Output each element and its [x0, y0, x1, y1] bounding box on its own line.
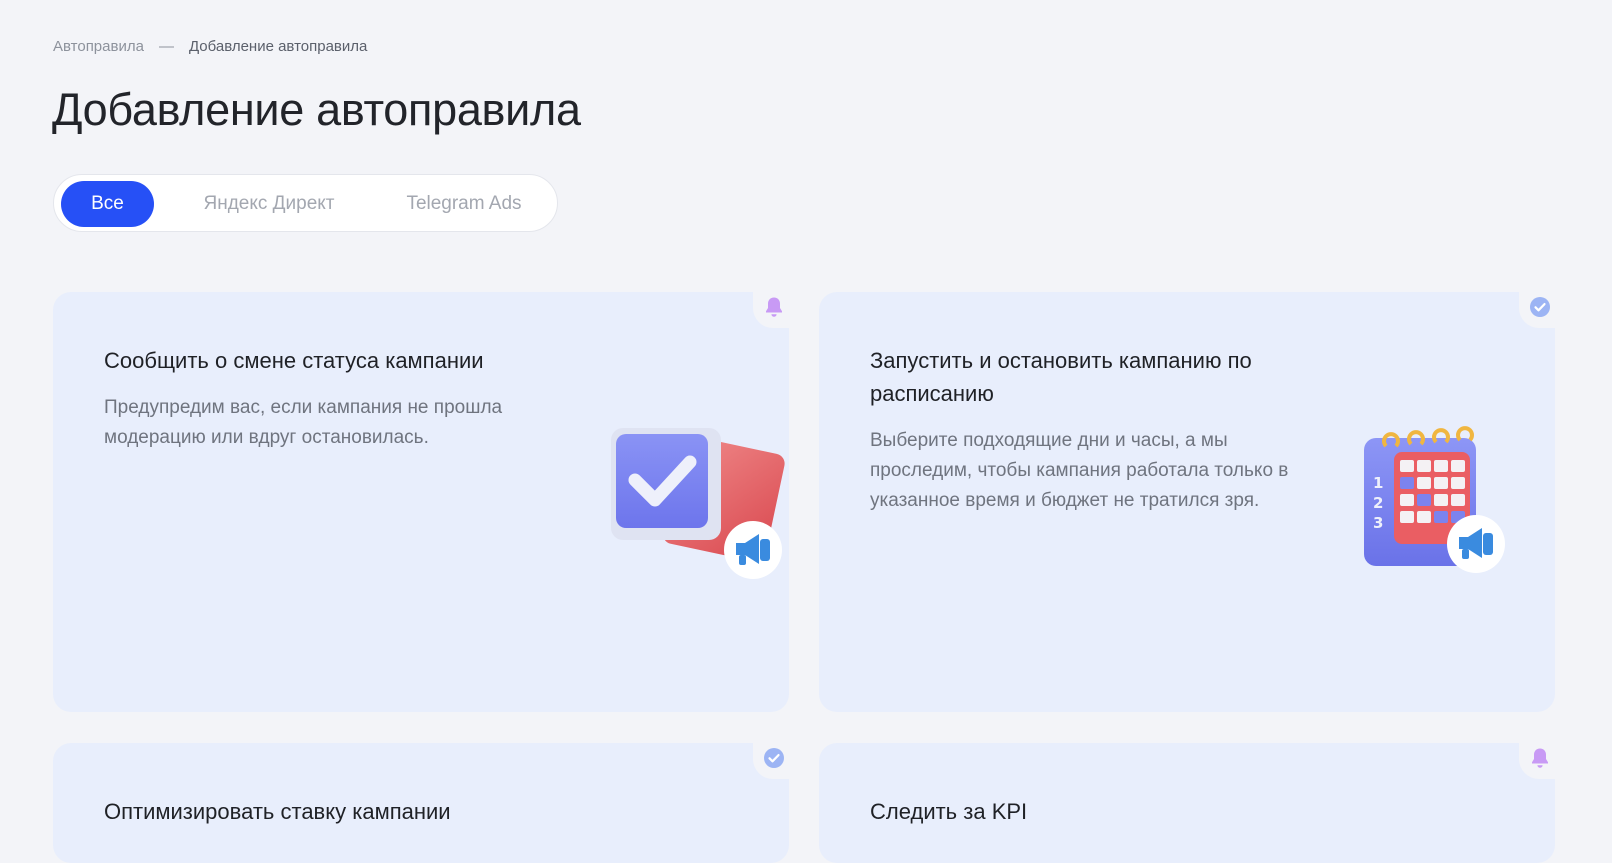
card-description: Предупредим вас, если кампания не прошла…	[104, 397, 503, 448]
svg-text:1: 1	[1373, 474, 1383, 492]
card-title: Оптимизировать ставку кампании	[104, 799, 451, 824]
svg-text:2: 2	[1373, 494, 1383, 512]
svg-text:3: 3	[1373, 514, 1383, 532]
bell-icon	[1527, 745, 1553, 771]
platform-tabs: Все Яндекс Директ Telegram Ads	[53, 174, 558, 232]
rule-card-kpi[interactable]: Следить за KPI	[819, 741, 1557, 863]
card-corner	[1519, 290, 1557, 328]
bell-icon	[761, 294, 787, 320]
card-title: Следить за KPI	[870, 799, 1028, 824]
tab-all[interactable]: Все	[61, 181, 154, 227]
check-circle-icon	[761, 745, 787, 771]
card-description: Выберите подходящие дни и часы, а мы про…	[870, 430, 1289, 511]
card-corner	[1519, 741, 1557, 779]
checkbox-card-illustration	[573, 414, 813, 594]
page-title: Добавление автоправила	[52, 84, 581, 135]
tab-yandex-direct[interactable]: Яндекс Директ	[174, 181, 364, 227]
breadcrumb-link-autorules[interactable]: Автоправила	[53, 38, 144, 55]
calendar-illustration: 1 2 3	[1364, 424, 1584, 596]
card-corner	[753, 290, 791, 328]
card-corner	[753, 741, 791, 779]
rule-card-optimize-bid[interactable]: Оптимизировать ставку кампании	[53, 741, 791, 863]
breadcrumb: Автоправила — Добавление автоправила	[53, 38, 367, 55]
check-circle-icon	[1527, 294, 1553, 320]
breadcrumb-current: Добавление автоправила	[188, 38, 368, 55]
card-title: Сообщить о смене статуса кампании	[104, 348, 484, 373]
tab-telegram-ads[interactable]: Telegram Ads	[379, 181, 549, 227]
rule-card-schedule[interactable]: Запустить и остановить кампанию по распи…	[819, 290, 1557, 712]
card-title: Запустить и остановить кампанию по распи…	[870, 348, 1252, 406]
rule-card-status-change[interactable]: Сообщить о смене статуса кампании Предуп…	[53, 290, 791, 712]
breadcrumb-separator: —	[158, 38, 174, 55]
